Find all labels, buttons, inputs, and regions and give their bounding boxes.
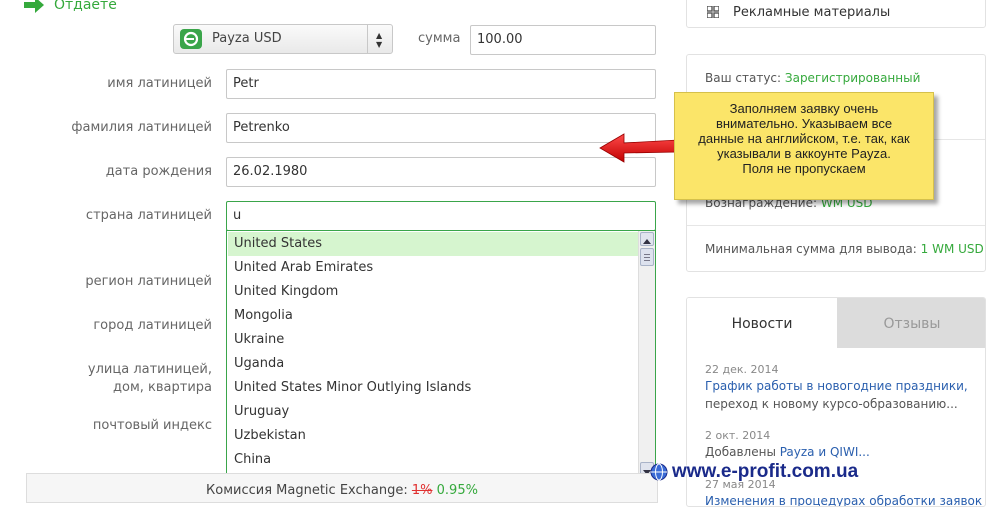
- news-date: 2 окт. 2014: [705, 429, 771, 442]
- summa-label: сумма: [418, 31, 461, 46]
- summa-input[interactable]: 100.00: [470, 25, 656, 55]
- news-link[interactable]: Изменения в процедурах обработки заявок: [705, 494, 982, 506]
- city-label: город латиницей: [93, 318, 212, 333]
- min-sum-label: Минимальная сумма для вывода:: [705, 242, 917, 256]
- commission-old: 1%: [411, 483, 433, 498]
- otdaete-label: Отдаете: [54, 0, 117, 13]
- last-name-label: фамилия латиницей: [71, 120, 212, 135]
- country-input[interactable]: u: [226, 201, 656, 231]
- first-name-input[interactable]: Petr: [226, 69, 656, 99]
- note-line: внимательно. Указываем все: [715, 116, 893, 131]
- postal-label: почтовый индекс: [92, 418, 212, 433]
- promo-materials-link[interactable]: Рекламные материалы: [686, 0, 986, 28]
- news-subtext: переход к новому курсо-образованию...: [705, 397, 958, 411]
- otdaete-heading: Отдаете: [24, 0, 117, 13]
- min-sum-row: Минимальная сумма для вывода: 1 WM USD: [705, 242, 984, 256]
- note-line: данные на английском, т.е. так, как: [698, 131, 910, 146]
- note-line: Поля не пропускаем: [742, 161, 866, 176]
- dropdown-item[interactable]: China: [228, 448, 638, 472]
- commission-label: Комиссия Magnetic Exchange:: [206, 483, 408, 498]
- tab-news[interactable]: Новости: [687, 298, 837, 348]
- dropdown-item[interactable]: Ukraine: [228, 328, 638, 352]
- last-name-input[interactable]: Petrenko: [226, 113, 656, 143]
- status-label: Ваш статус:: [705, 71, 782, 85]
- region-label: регион латиницей: [85, 274, 212, 289]
- watermark: www.e-profit.com.ua: [650, 461, 858, 483]
- country-dropdown[interactable]: United States United Arab Emirates Unite…: [226, 230, 656, 478]
- birth-date-label: дата рождения: [105, 164, 212, 179]
- red-arrow-icon: [599, 133, 679, 163]
- payment-system-select[interactable]: Payza USD ▲ ▼: [173, 24, 393, 54]
- globe-icon: [650, 463, 668, 481]
- arrow-right-icon: [24, 0, 44, 13]
- callout-note: Заполняем заявку очень внимательно. Указ…: [674, 92, 934, 200]
- payment-system-value: Payza USD: [212, 31, 282, 46]
- dropdown-item[interactable]: Uruguay: [228, 400, 638, 424]
- watermark-text: www.e-profit.com.ua: [672, 461, 859, 482]
- scroll-thumb[interactable]: [640, 248, 654, 266]
- status-row: Ваш статус: Зарегистрированный: [705, 71, 920, 85]
- news-date: 22 дек. 2014: [705, 363, 779, 376]
- status-value: Зарегистрированный: [784, 71, 921, 85]
- scroll-up-icon[interactable]: [640, 232, 654, 246]
- select-arrows-icon: ▲ ▼: [367, 25, 392, 53]
- dropdown-item[interactable]: United States: [228, 232, 638, 256]
- dropdown-item[interactable]: United Arab Emirates: [228, 256, 638, 280]
- news-link[interactable]: Payza и QIWI...: [780, 445, 870, 459]
- dropdown-item[interactable]: United States Minor Outlying Islands: [228, 376, 638, 400]
- dropdown-item[interactable]: Uganda: [228, 352, 638, 376]
- payza-logo-icon: [180, 29, 202, 49]
- commission-bar: Комиссия Magnetic Exchange: 1% 0.95%: [26, 473, 658, 503]
- birth-date-input[interactable]: 26.02.1980: [226, 157, 656, 187]
- promo-text: Рекламные материалы: [733, 5, 891, 20]
- tab-reviews[interactable]: Отзывы: [837, 298, 985, 348]
- news-prefix: Добавлены: [705, 445, 780, 459]
- note-line: Заполняем заявку очень: [729, 101, 879, 116]
- news-link[interactable]: График работы в новогодние праздники,: [705, 379, 968, 393]
- street-label-line1: улица латиницей,: [87, 362, 212, 377]
- news-item: Добавлены Payza и QIWI...: [705, 445, 870, 459]
- dropdown-item[interactable]: Mongolia: [228, 304, 638, 328]
- grid-icon: [707, 6, 719, 18]
- commission-new: 0.95%: [436, 483, 478, 498]
- dropdown-item[interactable]: United Kingdom: [228, 280, 638, 304]
- note-line: указывали в аккоунте Payza.: [717, 146, 891, 161]
- country-label: страна латиницей: [85, 208, 212, 223]
- min-sum-value: 1 WM USD: [920, 242, 984, 256]
- divider: [687, 225, 985, 226]
- dropdown-item[interactable]: Uzbekistan: [228, 424, 638, 448]
- first-name-label: имя латиницей: [107, 76, 212, 91]
- dropdown-scrollbar[interactable]: [638, 231, 655, 477]
- street-label-line2: дом, квартира: [113, 380, 212, 395]
